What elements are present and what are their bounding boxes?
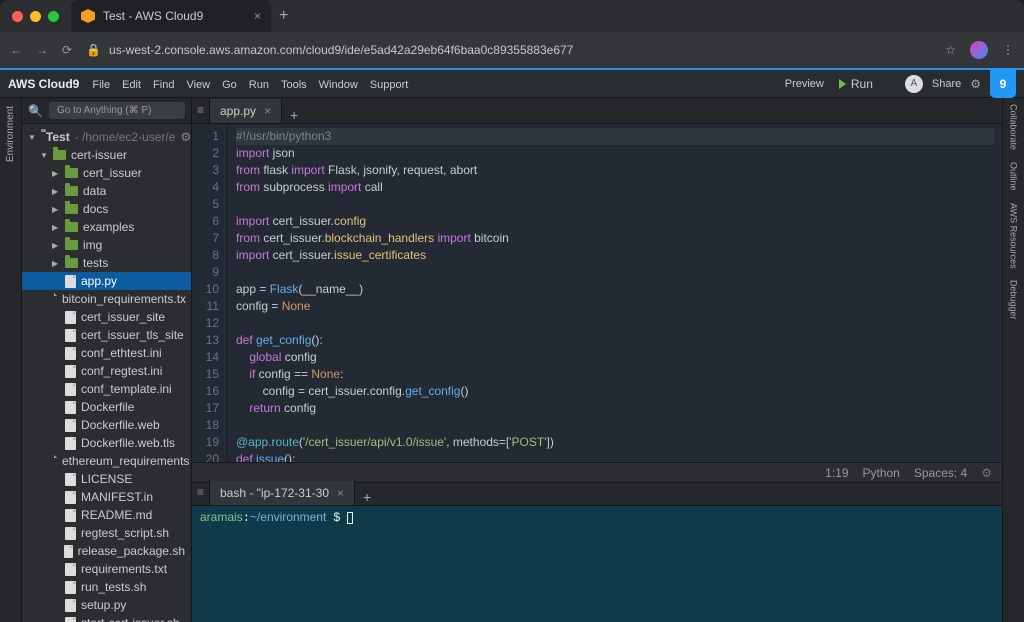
url: us-west-2.console.aws.amazon.com/cloud9/… (109, 43, 573, 57)
menu-go[interactable]: Go (216, 79, 243, 91)
tree-file[interactable]: bitcoin_requirements.tx (22, 290, 191, 308)
tree-file[interactable]: LICENSE (22, 470, 191, 488)
tree-folder[interactable]: ▼ cert-issuer (22, 146, 191, 164)
menu-tools[interactable]: Tools (275, 79, 313, 91)
tree-file[interactable]: conf_ethtest.ini (22, 344, 191, 362)
menu-find[interactable]: Find (147, 79, 180, 91)
tree-file[interactable]: ethereum_requirements (22, 452, 191, 470)
gear-icon[interactable]: ⚙ (981, 466, 992, 480)
tree-folder[interactable]: ▶ docs (22, 200, 191, 218)
tree-file[interactable]: Dockerfile.web (22, 416, 191, 434)
tree-folder[interactable]: ▶ data (22, 182, 191, 200)
panel-debugger[interactable]: Debugger (1009, 280, 1019, 320)
environment-tab[interactable]: Environment (0, 98, 22, 622)
minimize-window[interactable] (30, 11, 41, 22)
address-bar[interactable]: 🔒 us-west-2.console.aws.amazon.com/cloud… (86, 43, 931, 57)
status-bar: 1:19 Python Spaces: 4 ⚙ (192, 462, 1002, 482)
tree-file[interactable]: MANIFEST.in (22, 488, 191, 506)
panel-outline[interactable]: Outline (1009, 162, 1019, 191)
tree-file[interactable]: regtest_script.sh (22, 524, 191, 542)
share-button[interactable]: Share (926, 78, 967, 90)
term-list-icon[interactable]: ≡ (192, 479, 210, 505)
tree-file[interactable]: start-cert-issuer.sh (22, 614, 191, 622)
lock-icon: 🔒 (86, 43, 101, 57)
menu-view[interactable]: View (180, 79, 216, 91)
maximize-window[interactable] (48, 11, 59, 22)
menu-window[interactable]: Window (313, 79, 364, 91)
menu-support[interactable]: Support (364, 79, 415, 91)
indent-setting[interactable]: Spaces: 4 (914, 466, 967, 480)
user-avatar[interactable]: A (905, 75, 923, 93)
tree-file[interactable]: cert_issuer_site (22, 308, 191, 326)
tree-file[interactable]: cert_issuer_tls_site (22, 326, 191, 344)
terminal-tab[interactable]: bash - "ip-172-31-30× (210, 481, 355, 505)
panel-aws-resources[interactable]: AWS Resources (1009, 203, 1019, 269)
close-tab-icon[interactable]: × (254, 9, 261, 23)
editor-tab-app-py[interactable]: app.py× (210, 99, 282, 123)
tree-file[interactable]: setup.py (22, 596, 191, 614)
profile-avatar[interactable] (970, 41, 988, 59)
menu-run[interactable]: Run (243, 79, 275, 91)
browser-tab[interactable]: Test - AWS Cloud9 × (71, 0, 271, 32)
cloud9-icon (81, 9, 95, 23)
play-icon (839, 79, 846, 89)
file-tree: ▼ Test - /home/ec2-user/e⚙▼ cert-issuer▶… (22, 124, 191, 622)
language-mode[interactable]: Python (863, 466, 900, 480)
tree-file[interactable]: conf_regtest.ini (22, 362, 191, 380)
tree-folder[interactable]: ▶ examples (22, 218, 191, 236)
new-terminal-tab[interactable]: + (355, 489, 379, 505)
tree-folder[interactable]: ▶ tests (22, 254, 191, 272)
code-editor[interactable]: 1234567891011121314151617181920212223242… (192, 124, 1002, 462)
tree-file[interactable]: README.md (22, 506, 191, 524)
menu-file[interactable]: File (86, 79, 116, 91)
tree-file[interactable]: requirements.txt (22, 560, 191, 578)
cursor-position: 1:19 (825, 466, 848, 480)
tree-folder[interactable]: ▶ img (22, 236, 191, 254)
preview-button[interactable]: Preview (779, 78, 830, 90)
tree-file[interactable]: Dockerfile (22, 398, 191, 416)
new-editor-tab[interactable]: + (282, 107, 306, 123)
reload-icon[interactable]: ⟳ (62, 43, 72, 57)
tree-file[interactable]: app.py (22, 272, 191, 290)
cloud9-badge[interactable]: 9 (990, 70, 1016, 98)
tree-file[interactable]: run_tests.sh (22, 578, 191, 596)
terminal[interactable]: aramais:~/environment $ (192, 506, 1002, 622)
brand-label: AWS Cloud9 (8, 77, 79, 91)
tree-file[interactable]: Dockerfile.web.tls (22, 434, 191, 452)
back-icon[interactable]: ← (10, 43, 22, 57)
tree-root[interactable]: ▼ Test - /home/ec2-user/e⚙ (22, 128, 191, 146)
gear-icon[interactable]: ⚙ (970, 77, 981, 91)
tree-folder[interactable]: ▶ cert_issuer (22, 164, 191, 182)
tab-list-icon[interactable]: ≡ (192, 97, 210, 123)
close-icon[interactable]: × (264, 104, 271, 118)
tree-file[interactable]: release_package.sh (22, 542, 191, 560)
ide-menubar: AWS Cloud9 FileEditFindViewGoRunToolsWin… (0, 70, 1024, 98)
browser-tab-title: Test - AWS Cloud9 (103, 9, 203, 23)
close-window[interactable] (12, 11, 23, 22)
new-tab-button[interactable]: + (279, 7, 288, 25)
forward-icon[interactable]: → (36, 43, 48, 57)
tree-file[interactable]: conf_template.ini (22, 380, 191, 398)
menu-edit[interactable]: Edit (116, 79, 147, 91)
run-button[interactable]: Run (833, 77, 879, 91)
panel-collaborate[interactable]: Collaborate (1009, 104, 1019, 150)
search-icon[interactable]: 🔍 (28, 104, 43, 118)
kebab-icon[interactable]: ⋮ (1002, 43, 1014, 57)
star-icon[interactable]: ☆ (945, 43, 956, 57)
close-icon[interactable]: × (337, 486, 344, 500)
goto-anything-input[interactable]: Go to Anything (⌘ P) (49, 102, 185, 119)
